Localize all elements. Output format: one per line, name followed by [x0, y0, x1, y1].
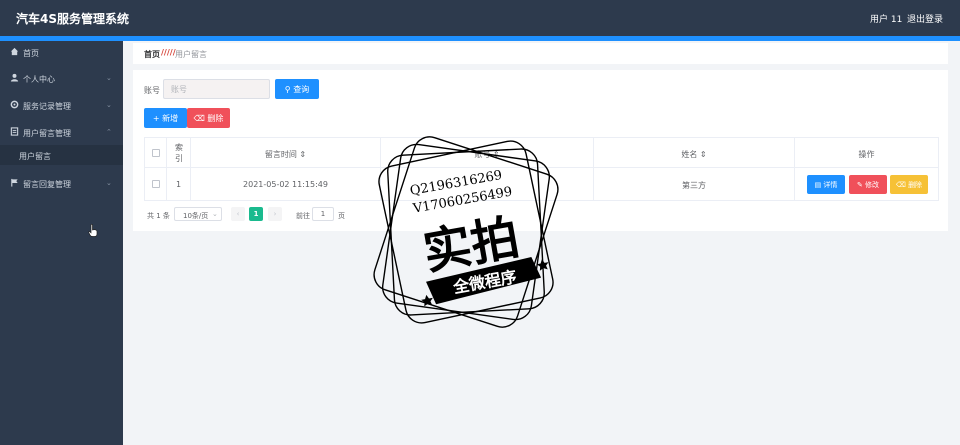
table-cell-actions: ▤ 详情 ✎ 修改 ⌫ 删除 — [795, 168, 938, 201]
sidebar-item-label: 留言回复管理 — [23, 180, 71, 189]
sidebar-item-label: 服务记录管理 — [23, 102, 71, 111]
sidebar-item-profile[interactable]: 个人中心 ⌄ — [0, 71, 123, 91]
column-label-time: 留言时间 ⇕ — [264, 150, 307, 159]
sidebar-item-label: 个人中心 — [23, 75, 55, 84]
sidebar-item-label: 用户留言管理 — [23, 129, 71, 138]
sidebar-item-label: 首页 — [23, 49, 39, 58]
chevron-up-icon: ⌃ — [106, 128, 112, 136]
page-unit-label: 页 — [338, 212, 345, 220]
sidebar: 首页 个人中心 ⌄ 服务记录管理 ⌄ 用户留言管理 ⌃ 用户留言 留言回复管理 … — [0, 41, 123, 445]
goto-page-input[interactable]: 1 — [312, 207, 334, 221]
prev-page-button[interactable]: ‹ — [231, 207, 245, 221]
table-cell-time: 2021-05-02 11:15:49 — [191, 168, 381, 201]
add-button[interactable]: + 新增 — [144, 108, 187, 128]
row-checkbox[interactable] — [152, 180, 160, 188]
flag-icon — [11, 178, 18, 187]
select-all-checkbox[interactable] — [152, 149, 160, 157]
edit-icon: ✎ — [856, 180, 863, 189]
search-icon: ⚲ — [284, 84, 291, 94]
column-label-index: 索引 — [175, 143, 183, 163]
row-time: 2021-05-02 11:15:49 — [243, 180, 328, 189]
trash-icon: ⌫ — [895, 180, 906, 189]
delete-button-label: 删除 — [207, 113, 224, 123]
row-name: 第三方 — [682, 181, 706, 190]
home-icon — [10, 47, 19, 56]
user-icon — [10, 73, 19, 82]
sidebar-item-user-messages[interactable]: 用户留言管理 ⌃ — [0, 125, 123, 145]
sidebar-item-message-replies[interactable]: 留言回复管理 ⌄ — [0, 176, 123, 196]
table-cell-index: 1 — [167, 168, 191, 201]
breadcrumb-separator: ///// — [161, 48, 176, 57]
sort-icon[interactable]: ⇕ — [700, 150, 707, 159]
chevron-down-icon: ⌄ — [212, 210, 218, 218]
delete-button[interactable]: ⌫ 删除 — [187, 108, 230, 128]
sidebar-subitem-label: 用户留言 — [19, 152, 51, 161]
sort-icon[interactable]: ⇕ — [299, 150, 306, 159]
watermark-stamp: Q2196316269 V17060256499 实拍 全微程序 — [373, 136, 559, 328]
column-label-name: 姓名 ⇕ — [681, 150, 707, 159]
trash-icon: ⌫ — [193, 113, 205, 123]
table-row-select — [145, 168, 167, 201]
settings-icon — [10, 100, 19, 109]
table-cell-name: 第三方 — [594, 168, 795, 201]
query-button[interactable]: ⚲ 查询 — [275, 79, 319, 99]
user-name[interactable]: 用户 11 — [870, 12, 902, 25]
next-page-button[interactable]: › — [268, 207, 282, 221]
hand-cursor-icon — [88, 224, 98, 237]
document-icon — [10, 127, 19, 136]
breadcrumb: 首页 ///// 用户留言 — [133, 43, 948, 64]
accent-bar — [0, 36, 960, 41]
chevron-down-icon: ⌄ — [106, 101, 112, 109]
search-label: 账号 — [144, 86, 160, 95]
row-index: 1 — [175, 180, 182, 189]
page-number-current[interactable]: 1 — [249, 207, 263, 221]
goto-label: 前往 — [296, 212, 310, 220]
breadcrumb-home[interactable]: 首页 — [144, 49, 160, 60]
edit-button[interactable]: ✎ 修改 — [849, 175, 887, 194]
detail-button[interactable]: ▤ 详情 — [807, 175, 845, 194]
query-button-label: 查询 — [293, 84, 310, 94]
sidebar-item-home[interactable]: 首页 — [0, 45, 123, 65]
pagination-total: 共 1 条 — [147, 212, 170, 220]
breadcrumb-current: 用户留言 — [175, 50, 207, 59]
table-header-time[interactable]: 留言时间 ⇕ — [191, 138, 381, 168]
plus-icon: + — [152, 113, 160, 123]
top-bar: 汽车4S服务管理系统 用户 11 退出登录 — [0, 0, 960, 36]
document-icon: ▤ — [814, 180, 822, 189]
sidebar-subitem-user-message[interactable]: 用户留言 — [0, 145, 123, 165]
table-header-select — [145, 138, 167, 168]
table-header-index: 索引 — [167, 138, 191, 168]
app-title: 汽车4S服务管理系统 — [16, 12, 129, 26]
chevron-down-icon: ⌄ — [106, 179, 112, 187]
add-button-label: 新增 — [162, 113, 179, 123]
sidebar-item-service-records[interactable]: 服务记录管理 ⌄ — [0, 98, 123, 118]
account-search-input[interactable] — [163, 79, 270, 99]
column-label-actions: 操作 — [858, 150, 875, 159]
table-header-name[interactable]: 姓名 ⇕ — [594, 138, 795, 168]
table-header-actions: 操作 — [795, 138, 938, 168]
chevron-down-icon: ⌄ — [106, 74, 112, 82]
logout-link[interactable]: 退出登录 — [907, 12, 943, 25]
row-delete-button[interactable]: ⌫ 删除 — [890, 175, 928, 194]
